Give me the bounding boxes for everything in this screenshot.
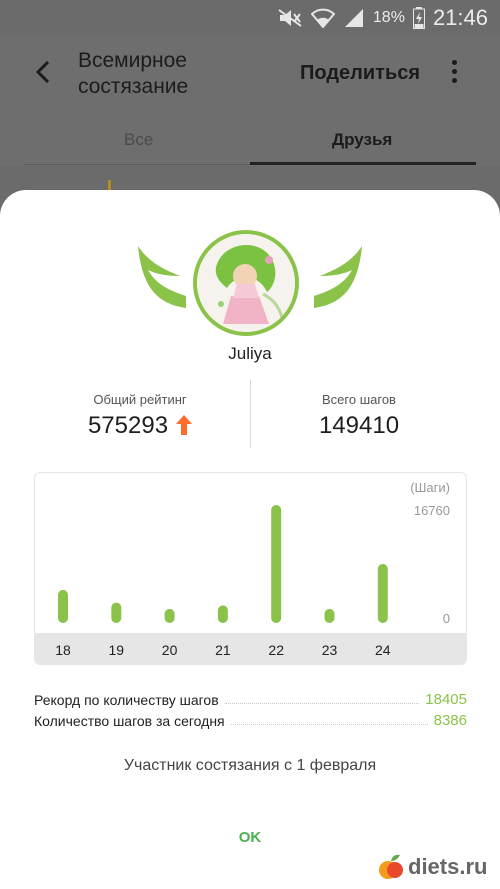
- chart-max-label: 16760: [413, 503, 450, 518]
- total-steps-label: Всего шагов: [322, 392, 396, 407]
- chart-bar-23: [324, 608, 335, 623]
- x-tick-label: 24: [375, 642, 391, 658]
- more-options-icon[interactable]: [448, 60, 460, 86]
- watermark: diets.ru: [378, 850, 500, 884]
- user-name: Juliya: [228, 344, 272, 363]
- app-bar: Всемирное состязание Поделиться: [0, 36, 500, 112]
- x-tick-label: 20: [162, 642, 178, 658]
- today-steps-label: Количество шагов за сегодня: [34, 713, 225, 729]
- best-steps-value: 18405: [425, 691, 467, 708]
- back-arrow-icon[interactable]: [30, 58, 58, 86]
- tab-all[interactable]: Все: [124, 130, 153, 150]
- dotted-leader: [224, 703, 420, 704]
- weekly-steps-chart: 18 19 20 21 22 23 24 (Шаги) 16760 0: [34, 472, 467, 665]
- right-wing-icon: [314, 246, 362, 308]
- chart-canvas: 18 19 20 21 22 23 24: [55, 505, 391, 658]
- x-tick-label: 19: [109, 642, 125, 658]
- wifi-icon: [310, 8, 335, 28]
- mute-icon: [278, 9, 302, 27]
- status-bar: 18% 21:46: [0, 0, 500, 36]
- x-tick-label: 23: [322, 642, 338, 658]
- share-button[interactable]: Поделиться: [300, 62, 420, 85]
- ok-button[interactable]: OK: [225, 824, 275, 852]
- total-steps-value: 149410: [318, 412, 400, 439]
- active-tab-indicator: [250, 162, 476, 165]
- overall-rating-value: 575293: [40, 412, 240, 440]
- chart-bar-19: [111, 602, 122, 623]
- signal-icon: [344, 9, 363, 27]
- battery-charging-icon: [412, 7, 425, 29]
- x-tick-label: 18: [55, 642, 71, 658]
- chart-bar-18: [58, 589, 68, 623]
- chart-bar-20: [164, 608, 175, 623]
- left-wing-icon: [138, 246, 186, 308]
- tab-bar: Все Друзья: [0, 112, 500, 166]
- avatar-image: [197, 234, 295, 332]
- record-row-today: Количество шагов за сегодня 8386: [34, 709, 467, 729]
- tab-friends[interactable]: Друзья: [332, 130, 392, 150]
- clock: 21:46: [432, 5, 488, 30]
- chart-zero-label: 0: [442, 611, 450, 626]
- best-steps-label: Рекорд по количеству шагов: [34, 692, 219, 708]
- chart-bar-22: [271, 505, 282, 623]
- avatar[interactable]: [193, 230, 299, 336]
- watermark-text: diets.ru: [408, 854, 488, 879]
- trend-up-icon: [176, 414, 193, 435]
- record-row-best: Рекорд по количеству шагов 18405: [34, 688, 467, 708]
- x-tick-label: 21: [215, 642, 231, 658]
- member-since-text: Участник состязания с 1 февраля: [123, 757, 377, 774]
- page-title: Всемирное состязание: [78, 49, 189, 98]
- stats-divider: [250, 380, 251, 448]
- dotted-leader: [230, 724, 428, 725]
- today-steps-value: 8386: [433, 712, 467, 729]
- friend-profile-dialog: Juliya Общий рейтинг 575293 Всего шагов …: [0, 190, 500, 889]
- chart-bar-21: [217, 605, 228, 623]
- overall-rating-label: Общий рейтинг: [93, 392, 187, 407]
- apple-logo-icon: [379, 854, 403, 879]
- chart-bar-24: [377, 563, 388, 623]
- overall-rating-number: 575293: [87, 412, 169, 439]
- tab-divider: [24, 164, 250, 165]
- battery-percent: 18%: [372, 9, 405, 26]
- x-tick-label: 22: [268, 642, 284, 658]
- chart-unit-label: (Шаги): [410, 480, 450, 495]
